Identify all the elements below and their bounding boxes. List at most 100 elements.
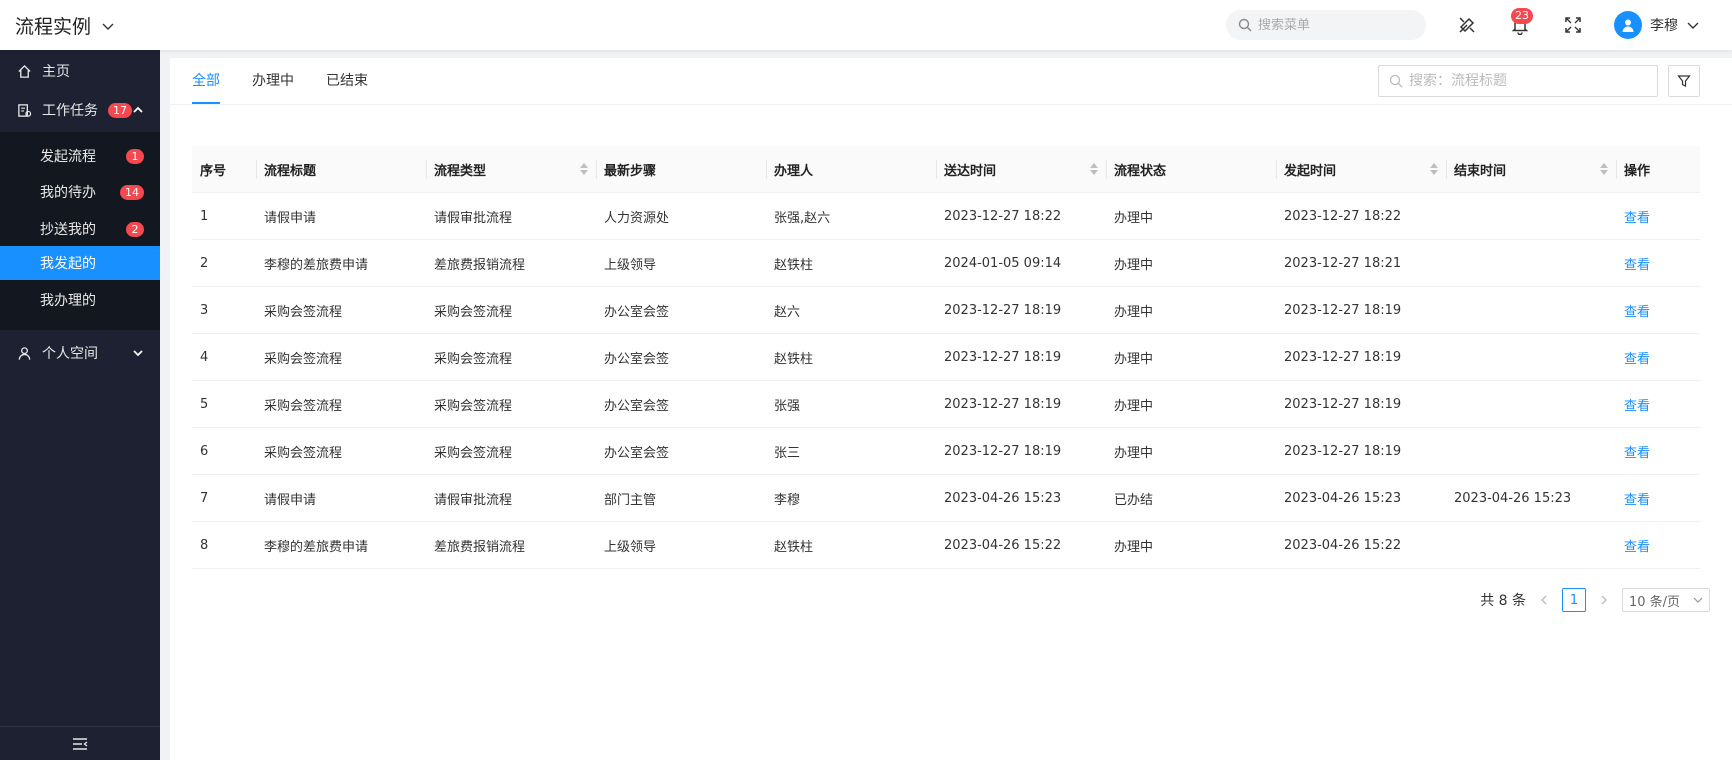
cell-delivered: 2023-12-27 18:19	[944, 302, 1062, 318]
tasks-badge: 17	[108, 102, 132, 118]
menu-search[interactable]	[1226, 10, 1426, 40]
cell-started: 2023-12-27 18:21	[1284, 255, 1402, 271]
cell-delivered: 2023-12-27 18:19	[944, 443, 1062, 459]
sidebar: 主页 工作任务 17 发起流程 1 我的待办 14 抄送我的 2 我发起的 我办…	[0, 50, 160, 760]
view-link[interactable]: 查看	[1624, 536, 1650, 555]
status-tabs: 全部 办理中 已结束	[192, 58, 368, 104]
sidebar-item-start-process[interactable]: 发起流程 1	[0, 138, 160, 174]
tools-icon	[1459, 17, 1475, 33]
column-header: 最新步骤	[596, 146, 766, 192]
sort-icon	[580, 163, 588, 175]
cc-me-badge: 2	[126, 222, 144, 237]
sidebar-item-personal[interactable]: 个人空间	[0, 334, 160, 372]
table-row: 6 采购会签流程 采购会签流程 办公室会签 张三 2023-12-27 18:1…	[192, 428, 1700, 475]
cell-title: 采购会签流程	[264, 304, 343, 320]
cell-status: 办理中	[1114, 210, 1154, 226]
fullscreen-button[interactable]	[1562, 14, 1584, 36]
sidebar-item-home[interactable]: 主页	[0, 52, 160, 90]
tab-all[interactable]: 全部	[192, 58, 220, 104]
column-header-sortable[interactable]: 结束时间	[1446, 146, 1616, 192]
cell-index: 3	[200, 302, 209, 318]
search-icon	[1238, 18, 1252, 32]
tab-finished[interactable]: 已结束	[326, 58, 368, 104]
tools-button[interactable]	[1456, 14, 1478, 36]
cell-delivered: 2023-04-26 15:22	[944, 537, 1062, 553]
cell-title: 请假申请	[264, 492, 317, 508]
sidebar-item-my-initiated[interactable]: 我发起的	[0, 246, 160, 280]
cell-handler: 李穆	[774, 492, 801, 508]
total-count: 共 8 条	[1480, 593, 1526, 609]
sidebar-item-my-todo[interactable]: 我的待办 14	[0, 174, 160, 210]
cell-type: 差旅费报销流程	[434, 257, 526, 273]
cell-index: 5	[200, 396, 209, 412]
main-panel: 全部 办理中 已结束 序号 流程标题 流程类型 最新步骤 办理人 送达时间 流程…	[170, 58, 1732, 760]
sidebar-item-my-handled[interactable]: 我办理的	[0, 282, 160, 318]
cell-handler: 张三	[774, 445, 801, 461]
menu-search-input[interactable]	[1258, 17, 1418, 33]
view-link[interactable]: 查看	[1624, 489, 1650, 508]
sidebar-item-tasks[interactable]: 工作任务 17	[0, 91, 160, 129]
cell-handler: 赵六	[774, 304, 801, 320]
table-header: 序号 流程标题 流程类型 最新步骤 办理人 送达时间 流程状态 发起时间 结束时…	[192, 146, 1700, 193]
view-link[interactable]: 查看	[1624, 301, 1650, 320]
tab-in-progress[interactable]: 办理中	[252, 58, 294, 104]
cell-type: 请假审批流程	[434, 210, 513, 226]
page-size-select[interactable]: 10 条/页	[1622, 588, 1710, 612]
pagination: 共 8 条 1 10 条/页	[1480, 588, 1710, 612]
cell-title: 采购会签流程	[264, 351, 343, 367]
chevron-down-icon	[133, 350, 143, 357]
cell-index: 2	[200, 255, 209, 271]
table-row: 5 采购会签流程 采购会签流程 办公室会签 张强 2023-12-27 18:1…	[192, 381, 1700, 428]
title-search-input[interactable]	[1409, 73, 1649, 89]
cell-step: 办公室会签	[604, 445, 670, 461]
process-table: 序号 流程标题 流程类型 最新步骤 办理人 送达时间 流程状态 发起时间 结束时…	[192, 146, 1700, 569]
cell-ended	[1446, 522, 1616, 568]
cell-started: 2023-04-26 15:22	[1284, 537, 1402, 553]
sidebar-item-cc-me[interactable]: 抄送我的 2	[0, 211, 160, 247]
chevron-left-icon	[1541, 595, 1547, 605]
page-size-value: 10 条/页	[1629, 594, 1681, 610]
sidebar-item-label: 我办理的	[40, 293, 96, 309]
task-icon	[16, 102, 32, 118]
sidebar-item-label: 抄送我的	[40, 222, 96, 238]
table-row: 2 李穆的差旅费申请 差旅费报销流程 上级领导 赵铁柱 2024-01-05 0…	[192, 240, 1700, 287]
view-link[interactable]: 查看	[1624, 254, 1650, 273]
column-header-sortable[interactable]: 送达时间	[936, 146, 1106, 192]
prev-page-button[interactable]	[1536, 588, 1552, 612]
user-icon	[16, 345, 32, 361]
view-link[interactable]: 查看	[1624, 442, 1650, 461]
collapse-sidebar-button[interactable]	[0, 726, 160, 760]
top-header: 流程实例 23 李穆	[0, 0, 1732, 50]
filter-button[interactable]	[1668, 65, 1700, 97]
divider	[170, 104, 1732, 105]
column-header: 操作	[1616, 146, 1700, 192]
view-link[interactable]: 查看	[1624, 348, 1650, 367]
column-header: 流程状态	[1106, 146, 1276, 192]
search-icon	[1389, 74, 1403, 88]
cell-index: 6	[200, 443, 209, 459]
column-header: 序号	[200, 163, 227, 179]
cell-status: 办理中	[1114, 398, 1154, 414]
cell-delivered: 2023-12-27 18:19	[944, 396, 1062, 412]
title-search[interactable]	[1378, 65, 1658, 97]
view-link[interactable]: 查看	[1624, 207, 1650, 226]
cell-type: 差旅费报销流程	[434, 539, 526, 555]
cell-ended	[1446, 287, 1616, 333]
chevron-up-icon	[133, 106, 143, 113]
cell-delivered: 2023-12-27 18:19	[944, 349, 1062, 365]
page-number-button[interactable]: 1	[1562, 588, 1586, 612]
tasks-submenu: 发起流程 1 我的待办 14 抄送我的 2 我发起的 我办理的	[0, 132, 160, 330]
filter-icon	[1677, 75, 1691, 87]
user-menu[interactable]: 李穆	[1614, 11, 1700, 39]
view-link[interactable]: 查看	[1624, 395, 1650, 414]
next-page-button[interactable]	[1596, 588, 1612, 612]
sidebar-item-label: 个人空间	[42, 346, 98, 362]
user-icon	[1622, 19, 1634, 32]
cell-step: 办公室会签	[604, 398, 670, 414]
column-header-sortable[interactable]: 流程类型	[426, 146, 596, 192]
cell-status: 办理中	[1114, 445, 1154, 461]
cell-handler: 赵铁柱	[774, 539, 814, 555]
app-title-dropdown[interactable]: 流程实例	[15, 12, 115, 39]
cell-type: 采购会签流程	[434, 304, 513, 320]
column-header-sortable[interactable]: 发起时间	[1276, 146, 1446, 192]
